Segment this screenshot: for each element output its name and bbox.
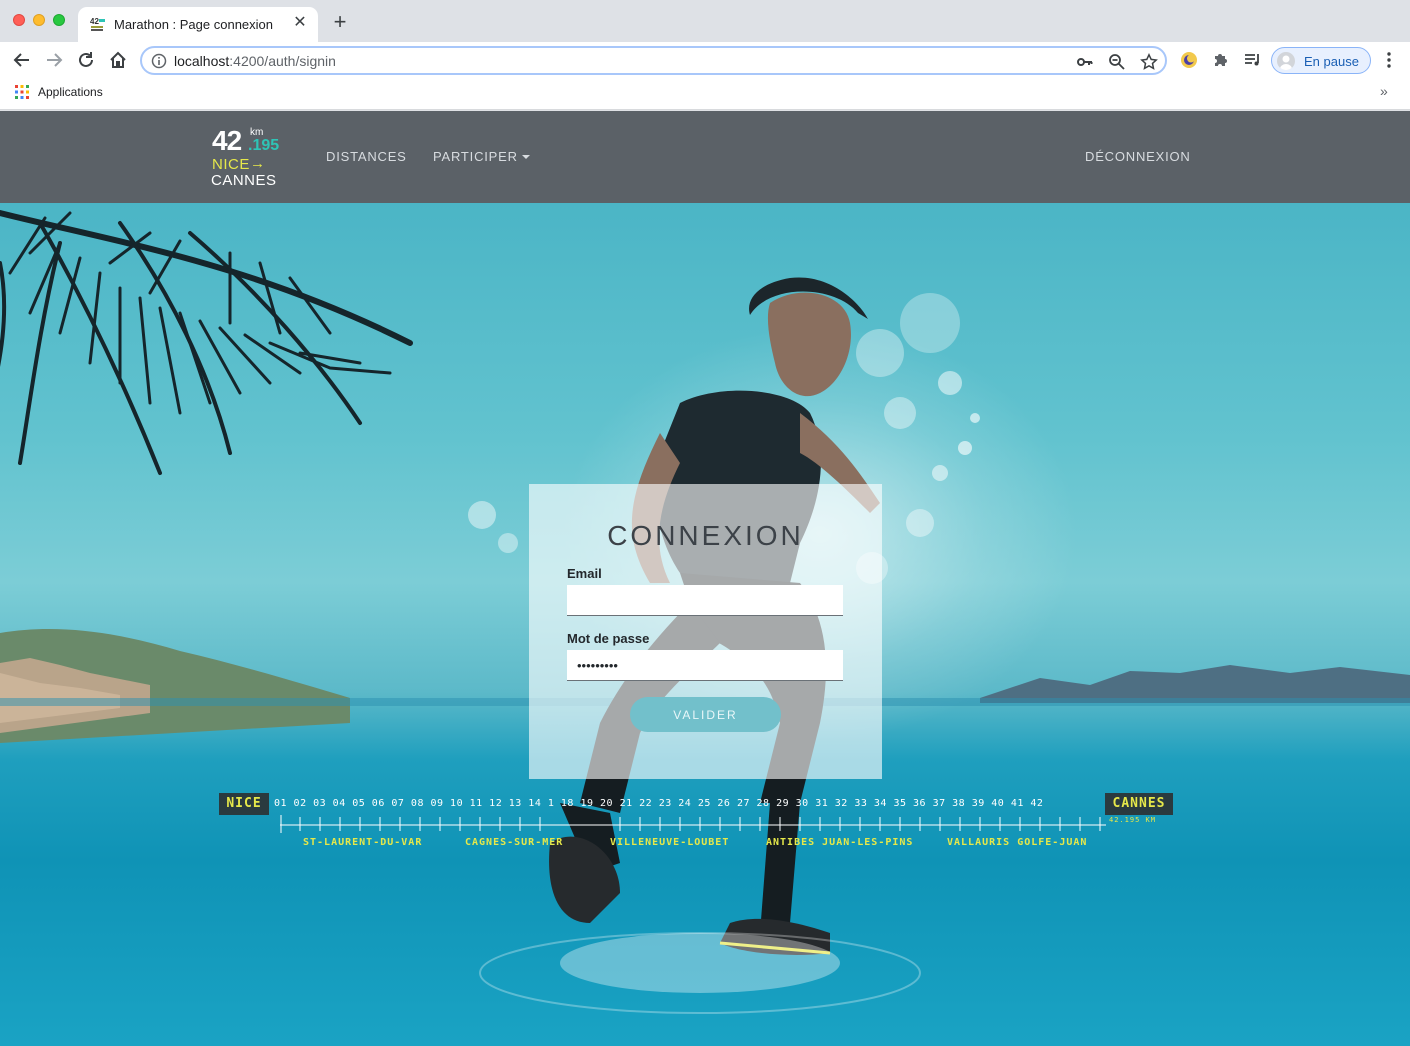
bookmarks-bar: Applications » [0, 78, 1410, 110]
login-form: CONNEXION Email Mot de passe VALIDER [529, 484, 882, 779]
apps-grid-icon[interactable] [15, 85, 29, 99]
logo-to: CANNES [211, 172, 277, 189]
town-label: VALLAURIS GOLFE-JUAN [947, 837, 1088, 848]
nav-participer[interactable]: PARTICIPER [433, 149, 530, 164]
site-info-icon[interactable] [151, 53, 167, 69]
bookmark-star-icon[interactable] [1140, 53, 1158, 71]
home-icon[interactable] [107, 49, 129, 71]
profile-status-label: En pause [1304, 54, 1359, 69]
new-tab-icon[interactable]: + [330, 11, 350, 33]
route-total: 42.195 KM [1109, 816, 1156, 824]
browser-tab-strip: 42 Marathon : Page connexion ✕ + [0, 0, 1410, 42]
route-start: NICE [219, 793, 269, 815]
reload-icon[interactable] [75, 49, 97, 71]
extension-moon-icon[interactable] [1179, 50, 1199, 70]
site-logo[interactable]: 42 km .195 NICE → CANNES [210, 125, 280, 189]
bookmarks-overflow-icon[interactable]: » [1380, 83, 1388, 99]
forward-icon[interactable] [43, 49, 65, 71]
site-favicon-icon: 42 [90, 16, 106, 32]
page-viewport: 42 km .195 NICE → CANNES DISTANCES PARTI… [0, 111, 1410, 1046]
route-end: CANNES [1105, 793, 1173, 815]
url-text: localhost:4200/auth/signin [174, 53, 336, 69]
hero-background: NICE 01 02 03 04 05 06 07 08 09 10 11 12… [0, 203, 1410, 1046]
tab-title: Marathon : Page connexion [114, 17, 273, 32]
logo-from: NICE [212, 156, 250, 173]
zoom-icon[interactable] [1108, 53, 1126, 71]
back-icon[interactable] [11, 49, 33, 71]
browser-menu-icon[interactable] [1379, 50, 1399, 70]
email-field[interactable] [567, 585, 843, 616]
password-label: Mot de passe [567, 631, 650, 646]
extensions-puzzle-icon[interactable] [1211, 50, 1231, 70]
tab-close-icon[interactable]: ✕ [290, 13, 310, 33]
profile-button[interactable]: En pause [1271, 47, 1371, 74]
password-field[interactable] [567, 650, 843, 681]
nav-distances[interactable]: DISTANCES [326, 149, 407, 164]
logo-number: 42 [212, 125, 242, 156]
town-label: VILLENEUVE-LOUBET [610, 837, 730, 848]
svg-text:42: 42 [90, 17, 99, 26]
logo-arrow-icon: → [250, 155, 265, 172]
window-zoom-button[interactable] [53, 14, 65, 26]
address-bar[interactable]: localhost:4200/auth/signin [140, 46, 1167, 75]
submit-button[interactable]: VALIDER [630, 697, 781, 732]
window-close-button[interactable] [13, 14, 25, 26]
route-km-marks: 01 02 03 04 05 06 07 08 09 10 11 12 13 1… [274, 798, 1044, 809]
browser-tab-active[interactable]: 42 Marathon : Page connexion ✕ [78, 7, 318, 42]
nav-logout[interactable]: DÉCONNEXION [1085, 149, 1191, 164]
key-icon[interactable] [1076, 53, 1094, 71]
water-splash [560, 933, 840, 993]
dropdown-caret-icon [521, 155, 530, 159]
palm-fronds [0, 210, 413, 475]
login-title: CONNEXION [607, 520, 804, 551]
person-icon [1280, 55, 1292, 70]
bookmark-applications[interactable]: Applications [38, 85, 103, 99]
town-label: ST-LAURENT-DU-VAR [303, 837, 423, 848]
town-label: ANTIBES JUAN-LES-PINS [766, 837, 914, 848]
email-label: Email [567, 566, 602, 581]
browser-toolbar: localhost:4200/auth/signin En pause [0, 42, 1410, 78]
media-control-icon[interactable] [1243, 50, 1263, 70]
town-label: CAGNES-SUR-MER [465, 837, 564, 848]
route-scale: NICE 01 02 03 04 05 06 07 08 09 10 11 12… [219, 793, 1179, 863]
right-mountains [980, 665, 1410, 703]
window-minimize-button[interactable] [33, 14, 45, 26]
site-navbar: 42 km .195 NICE → CANNES DISTANCES PARTI… [0, 111, 1410, 203]
logo-decimal: .195 [248, 137, 280, 154]
profile-avatar [1277, 52, 1295, 70]
